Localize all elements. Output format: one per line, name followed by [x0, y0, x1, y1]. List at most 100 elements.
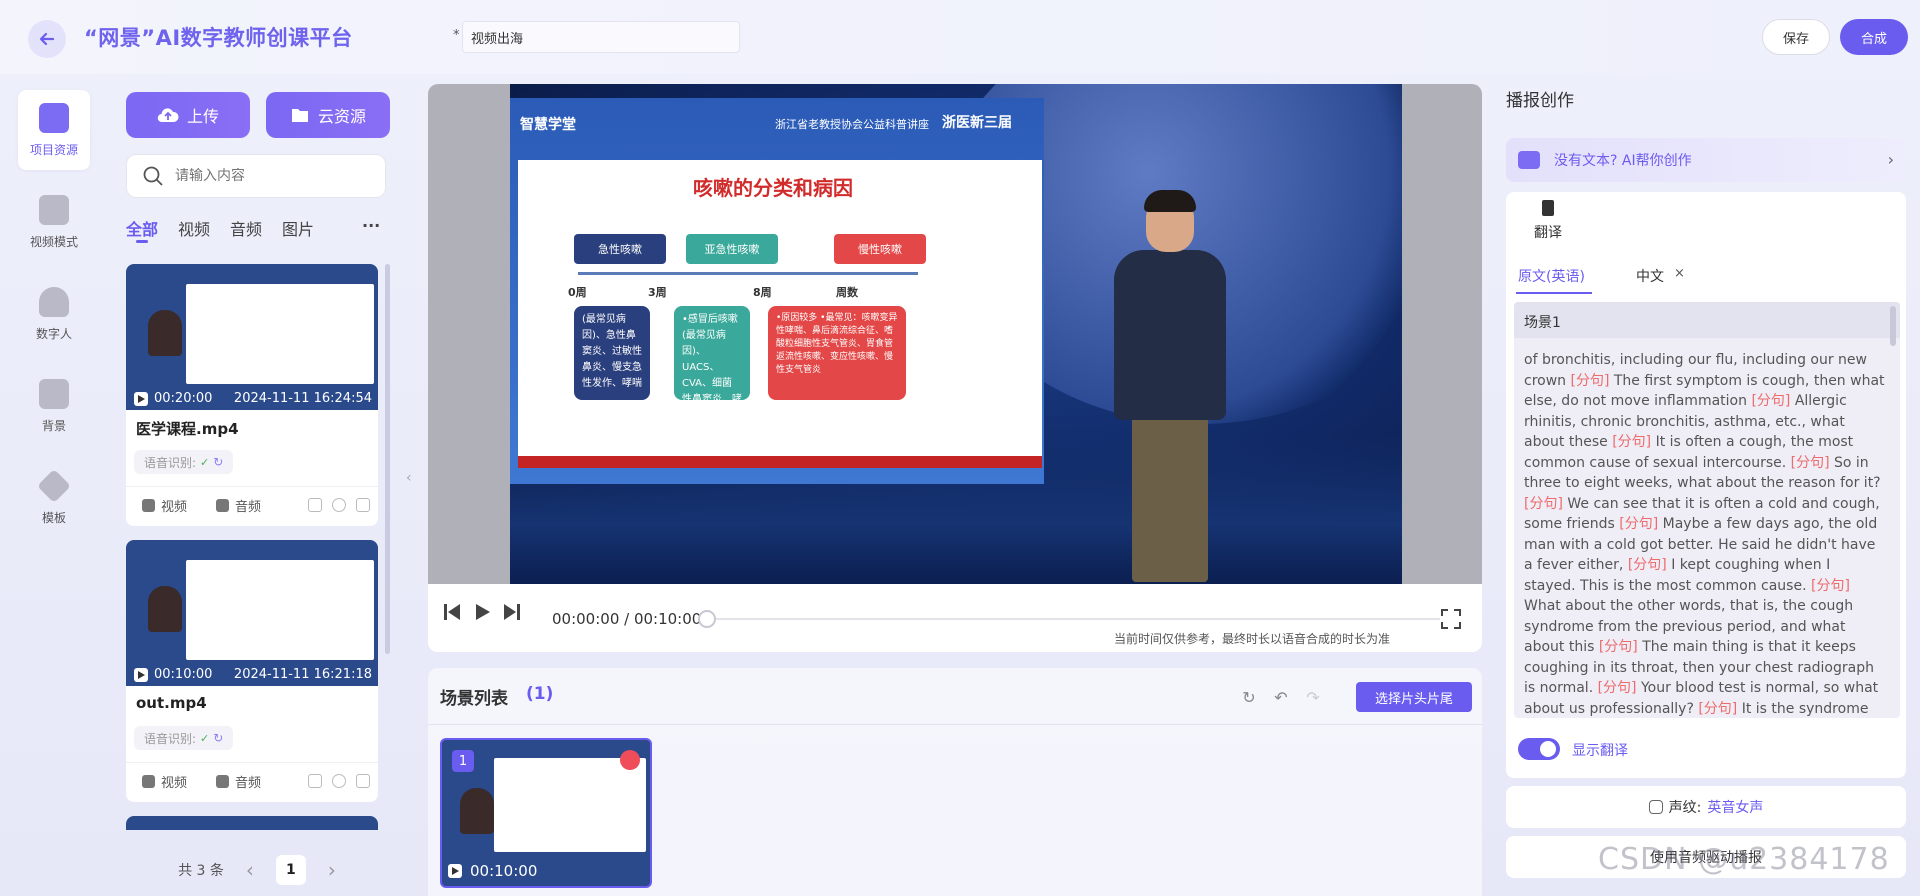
scene-card[interactable]: 1 00:10:00	[440, 738, 652, 888]
copy-icon[interactable]	[308, 774, 322, 788]
progress-track[interactable]	[708, 618, 1440, 620]
pagination: 共 3 条 ‹ 1 ›	[108, 852, 406, 888]
cloud-label: 云资源	[317, 107, 366, 126]
current-page[interactable]: 1	[275, 855, 306, 885]
tab-all[interactable]: 全部	[126, 216, 158, 240]
nav-item-digital-human[interactable]: 数字人	[18, 274, 90, 354]
redo-icon[interactable]: ↷	[1304, 688, 1322, 707]
chevron-right-icon: ›	[1887, 150, 1894, 169]
ai-sparkle-icon	[1518, 151, 1540, 169]
undo-icon[interactable]: ↶	[1272, 688, 1290, 707]
more-button[interactable]: ···	[362, 216, 380, 235]
voice-select[interactable]: 声纹: 英音女声	[1506, 786, 1906, 828]
card-actions	[308, 774, 370, 788]
arrow-left-icon	[39, 32, 55, 46]
resource-card[interactable]: 00:10:00 2024-11-11 16:21:18 out.mp4 语音识…	[126, 540, 378, 802]
slide-box: (最常见病因)、急性鼻窦炎、过敏性鼻炎、慢支急性发作、哮喘	[574, 306, 650, 400]
tab-video[interactable]: 视频	[178, 216, 210, 240]
delete-scene-icon[interactable]	[620, 750, 640, 770]
eye-icon[interactable]	[332, 498, 346, 512]
upload-button[interactable]: 上传	[126, 92, 250, 138]
digital-human	[1110, 190, 1230, 582]
video-duration: 00:20:00	[134, 391, 212, 406]
video-icon	[142, 775, 155, 788]
use-as-video-button[interactable]: 视频	[142, 772, 187, 791]
script-text[interactable]: of bronchitis, including our flu, includ…	[1524, 350, 1886, 718]
timeline-label: 0周	[568, 286, 587, 299]
duration-note: 当前时间仅供参考，最终时长以语音合成的时长为准	[1114, 632, 1391, 646]
resource-card-partial[interactable]	[126, 816, 378, 830]
fullscreen-icon[interactable]	[1440, 608, 1462, 630]
trash-icon[interactable]	[356, 498, 370, 512]
script-editor[interactable]: 场景1 of bronchitis, including our flu, in…	[1514, 302, 1900, 718]
tab-audio[interactable]: 音频	[230, 216, 262, 240]
skip-back-icon[interactable]	[442, 602, 462, 622]
slide-pill: 亚急性咳嗽	[686, 234, 778, 264]
voiceprint-icon	[1648, 800, 1663, 814]
tab-chinese[interactable]: 中文	[1636, 266, 1664, 286]
card-actions	[308, 498, 370, 512]
compose-button[interactable]: 合成	[1840, 19, 1908, 55]
cube-icon	[37, 468, 71, 503]
watermark: CSDN @u2384178	[1598, 842, 1890, 877]
scene-label: 场景1	[1514, 302, 1900, 338]
video-thumbnail[interactable]: 00:10:00 2024-11-11 16:21:18	[126, 540, 378, 686]
next-page-button[interactable]: ›	[328, 858, 336, 882]
nav-label: 数字人	[35, 326, 72, 341]
nav-label: 项目资源	[29, 142, 78, 157]
scene-count: (1)	[526, 684, 554, 704]
cloud-resources-button[interactable]: 云资源	[266, 92, 390, 138]
tab-original-english[interactable]: 原文(英语)	[1518, 266, 1585, 286]
audio-icon	[216, 499, 229, 512]
video-duration: 00:10:00	[134, 667, 212, 682]
skip-forward-icon[interactable]	[502, 602, 522, 622]
file-name: 医学课程.mp4	[136, 420, 239, 438]
collapse-panel-handle[interactable]: ‹	[406, 470, 420, 498]
nav-item-background[interactable]: 背景	[18, 366, 90, 446]
prev-page-button[interactable]: ‹	[246, 858, 254, 882]
nav-item-video-mode[interactable]: 视频模式	[18, 182, 90, 262]
nav-label: 模板	[41, 510, 66, 525]
audio-icon	[216, 775, 229, 788]
use-as-video-button[interactable]: 视频	[142, 496, 187, 515]
nav-item-project-resources[interactable]: 项目资源	[18, 90, 90, 170]
nav-item-template[interactable]: 模板	[18, 458, 90, 538]
search-icon	[143, 166, 163, 186]
script-scrollbar[interactable]	[1890, 306, 1896, 346]
save-button[interactable]: 保存	[1762, 19, 1830, 55]
pick-intro-outro-button[interactable]: 选择片头片尾	[1356, 682, 1472, 712]
scene-number: 1	[452, 750, 474, 772]
slide-timeline	[578, 272, 918, 275]
video-date: 2024-11-11 16:21:18	[233, 667, 372, 682]
translate-tab[interactable]: 翻译	[1524, 200, 1572, 252]
copy-icon[interactable]	[308, 498, 322, 512]
play-icon[interactable]	[472, 602, 492, 622]
back-button[interactable]	[28, 20, 66, 58]
search-input[interactable]	[175, 168, 355, 184]
scene-list-divider	[428, 724, 1482, 725]
tab-image[interactable]: 图片	[282, 216, 314, 240]
eye-icon[interactable]	[332, 774, 346, 788]
video-frame[interactable]: 智慧学堂 浙江省老教授协会公益科普讲座 浙医新三届 咳嗽的分类和病因 急性咳嗽 …	[510, 84, 1402, 584]
project-title-input[interactable]	[462, 21, 740, 53]
progress-knob[interactable]	[698, 610, 716, 628]
ai-assist-button[interactable]: 没有文本? AI帮你创作 ›	[1506, 138, 1906, 182]
use-as-audio-button[interactable]: 音频	[216, 772, 261, 791]
sentence-separator: [分句]	[1524, 495, 1568, 512]
timeline-label: 8周	[753, 286, 772, 299]
time-readout: 00:00:00 / 00:10:00	[552, 610, 702, 628]
use-as-audio-button[interactable]: 音频	[216, 496, 261, 515]
close-tab-icon[interactable]: ×	[1674, 266, 1685, 281]
resource-scrollbar[interactable]	[385, 264, 390, 654]
show-translation-label: 显示翻译	[1572, 743, 1628, 759]
card-divider	[126, 762, 378, 763]
show-translation-toggle[interactable]	[1518, 738, 1560, 760]
video-label: 视频	[161, 500, 188, 515]
asr-status: 语音识别: ✓ ↻	[134, 726, 234, 750]
video-thumbnail[interactable]: 00:20:00 2024-11-11 16:24:54	[126, 264, 378, 410]
resource-card[interactable]: 00:20:00 2024-11-11 16:24:54 医学课程.mp4 语音…	[126, 264, 378, 526]
document-icon	[1542, 200, 1554, 216]
trash-icon[interactable]	[356, 774, 370, 788]
panel-title: 播报创作	[1506, 91, 1574, 111]
refresh-icon[interactable]: ↻	[1240, 688, 1258, 707]
